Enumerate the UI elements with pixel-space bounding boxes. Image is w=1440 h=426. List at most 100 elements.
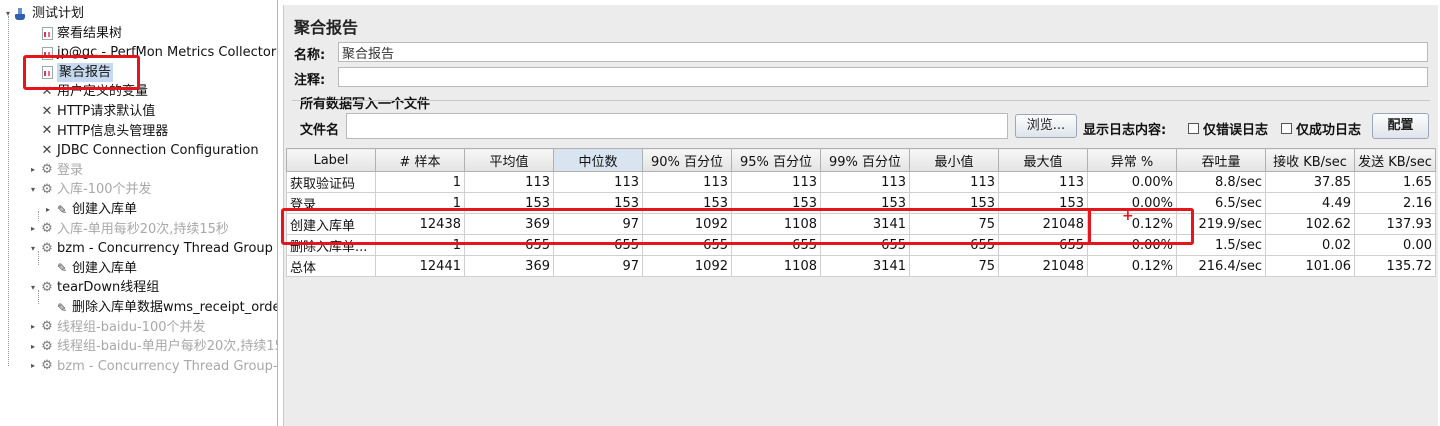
tree-toggle-icon[interactable]: ▸ — [29, 225, 37, 233]
tools-icon: ✕ — [41, 103, 53, 119]
table-row[interactable]: 创建入库单 12438 369 97 1092 1108 3141 75 21048 0.12% 2… — [286, 213, 1436, 235]
column-header[interactable]: 最小值 — [909, 148, 999, 172]
flask-icon — [15, 7, 29, 21]
checkbox-box[interactable] — [1188, 123, 1199, 134]
tree-toggle-icon[interactable]: ▾ — [29, 244, 37, 253]
pen-icon: ✎ — [56, 261, 68, 276]
column-header[interactable]: 吞吐量 — [1176, 148, 1266, 172]
column-header[interactable]: 平均值 — [464, 148, 554, 172]
tree-node-label: 察看结果树 — [57, 25, 123, 41]
tree-node-label: 创建入库单 — [72, 260, 138, 276]
tree-node-label: 登录 — [57, 162, 84, 178]
tools-icon: ✕ — [41, 142, 53, 158]
tree-toggle-icon[interactable]: ▾ — [4, 9, 12, 18]
pen-icon: ✎ — [56, 300, 68, 315]
table-row[interactable]: 获取验证码 1 113 113 113 113 113 113 113 0.00% 8.8/sec 3… — [286, 171, 1436, 193]
column-header[interactable]: 最大值 — [998, 148, 1088, 172]
browse-button[interactable]: 浏览... — [1015, 114, 1077, 138]
errors-only-checkbox[interactable]: 仅错误日志 — [1188, 119, 1268, 138]
table-cell: 97 — [553, 255, 643, 277]
tree-node-label: bzm - Concurrency Thread Group-阶梯 — [57, 358, 278, 374]
table-cell: 655 — [464, 234, 554, 256]
tree-node[interactable]: ▸ ⚙ 线程组-baidu-100个并发 — [29, 318, 206, 337]
tree-toggle-icon — [29, 127, 37, 135]
tree-node[interactable]: ▾ ⚙ bzm - Concurrency Thread Group — [29, 239, 273, 258]
tree-toggle-icon — [29, 147, 37, 155]
table-row[interactable]: 登录 1 153 153 153 153 153 153 153 0.00% 6.5/sec 4.49… — [286, 192, 1436, 214]
checkbox-box[interactable] — [1281, 123, 1292, 134]
tree-node[interactable]: ✎ 删除入库单数据wms_receipt_order — [44, 298, 278, 317]
tree-toggle-icon — [29, 49, 37, 57]
aggregate-report-panel: 聚合报告 名称: 注释: 所有数据写入一个文件 文件名 浏览... 显示日志内容… — [281, 5, 1438, 426]
table-cell: 获取验证码 — [286, 171, 376, 193]
tree-node[interactable]: ▾ ⚙ 入库-100个并发 — [29, 180, 152, 199]
table-cell: 0.02 — [1265, 234, 1355, 256]
tree-node-label: 入库-100个并发 — [57, 182, 152, 198]
table-row[interactable]: 总体 12441 369 97 1092 1108 3141 75 21048 0.12% 216.… — [286, 255, 1436, 277]
table-cell: 0.00% — [1087, 234, 1177, 256]
tree-toggle-icon[interactable]: ▸ — [29, 342, 37, 351]
success-only-checkbox[interactable]: 仅成功日志 — [1281, 119, 1361, 138]
tree-node-label: HTTP请求默认值 — [57, 104, 156, 119]
column-header[interactable]: 异常 % — [1087, 148, 1177, 172]
table-cell: 75 — [909, 213, 999, 235]
column-header[interactable]: 接收 KB/sec — [1265, 148, 1355, 172]
tree-node-label: 创建入库单 — [72, 202, 138, 217]
listener-icon — [40, 26, 54, 41]
table-cell: 8.8/sec — [1176, 171, 1266, 193]
column-header[interactable]: 发送 KB/sec — [1354, 148, 1436, 172]
tree-node[interactable]: ✕ HTTP请求默认值 — [29, 102, 156, 121]
tree-node[interactable]: ✕ 用户定义的变量 — [29, 82, 148, 101]
table-cell: 655 — [731, 234, 821, 256]
tree-node-label: 线程组-baidu-100个并发 — [57, 319, 206, 335]
tree-node[interactable]: ▸ ⚙ 登录 — [29, 161, 83, 180]
tree-node[interactable]: ▸ ⚙ 线程组-baidu-单用户每秒20次,持续15s — [29, 337, 278, 356]
tree-node-label: 入库-单用每秒20次,持续15秒 — [57, 221, 229, 237]
comment-input[interactable] — [338, 67, 1428, 87]
table-cell: 113 — [998, 171, 1088, 193]
table-cell: 102.62 — [1265, 213, 1355, 235]
tree-node[interactable]: ▸ ✎ 创建入库单 — [44, 200, 137, 219]
column-header[interactable]: 中位数 — [553, 148, 643, 172]
aggregate-table[interactable]: Label # 样本 平均值 中位数 90% 百分位 95% 百分位 99% 百分位 最小值最… — [286, 148, 1436, 277]
tree-node[interactable]: ✕ HTTP信息头管理器 — [29, 122, 169, 141]
success-only-label: 仅成功日志 — [1296, 123, 1362, 138]
tree-toggle-icon[interactable]: ▸ — [29, 323, 37, 331]
tree-toggle-icon[interactable]: ▸ — [29, 166, 37, 174]
tree-node[interactable]: 察看结果树 — [29, 24, 122, 43]
tree-toggle-icon[interactable]: ▸ — [29, 362, 37, 370]
tree-toggle-icon[interactable]: ▾ — [29, 283, 37, 292]
table-header-row: Label # 样本 平均值 中位数 90% 百分位 95% 百分位 99% 百分位 最小值最… — [286, 148, 1436, 172]
tree-node-label: 删除入库单数据wms_receipt_order — [72, 300, 278, 315]
table-cell: 4.49 — [1265, 192, 1355, 214]
tree-node[interactable]: ▸ ⚙bzm - Concurrency Thread Group-阶梯 — [29, 357, 278, 376]
column-header[interactable]: 90% 百分位 — [642, 148, 732, 172]
tree-node[interactable]: ▾ 测试计划 — [4, 4, 84, 23]
tree-node[interactable]: ▾ ⚙ tearDown线程组 — [29, 278, 159, 297]
tree-node[interactable]: ✕ JDBC Connection Configuration — [29, 141, 259, 160]
tree-guide-line — [8, 16, 9, 366]
column-header[interactable]: Label — [286, 148, 376, 172]
column-header[interactable]: 99% 百分位 — [820, 148, 910, 172]
filename-input[interactable] — [346, 113, 1008, 139]
column-header[interactable]: 95% 百分位 — [731, 148, 821, 172]
tree-node[interactable]: ✎ 创建入库单 — [44, 259, 137, 278]
tree-toggle-icon[interactable]: ▸ — [44, 205, 52, 214]
listener-icon — [40, 46, 54, 60]
configure-button[interactable]: 配置 — [1372, 113, 1429, 139]
name-input[interactable] — [338, 42, 1428, 62]
tree-node-label: tearDown线程组 — [57, 280, 160, 296]
column-header[interactable]: # 样本 — [375, 148, 465, 172]
table-cell: 655 — [820, 234, 910, 256]
table-cell: 37.85 — [1265, 171, 1355, 193]
table-row[interactable]: 删除入库单... 1 655 655 655 655 655 655 655 0.00% 1.5/s… — [286, 234, 1436, 256]
tree-node-label: 线程组-baidu-单用户每秒20次,持续15s — [57, 339, 278, 355]
gear-icon: ⚙ — [41, 319, 53, 335]
tree-toggle-icon[interactable]: ▾ — [29, 185, 37, 194]
jmeter-window: ▾ 测试计划察看结果树 jp@gc - PerfMon Metrics Collec… — [0, 0, 1440, 426]
tree-node-label: bzm - Concurrency Thread Group — [57, 241, 273, 257]
tree-node[interactable]: ▸ ⚙ 入库-单用每秒20次,持续15秒 — [29, 220, 229, 239]
tree-node[interactable]: 聚合报告 — [29, 62, 114, 82]
test-plan-tree[interactable]: ▾ 测试计划察看结果树 jp@gc - PerfMon Metrics Collec… — [0, 0, 278, 426]
tree-node[interactable]: jp@gc - PerfMon Metrics Collector — [29, 43, 276, 62]
